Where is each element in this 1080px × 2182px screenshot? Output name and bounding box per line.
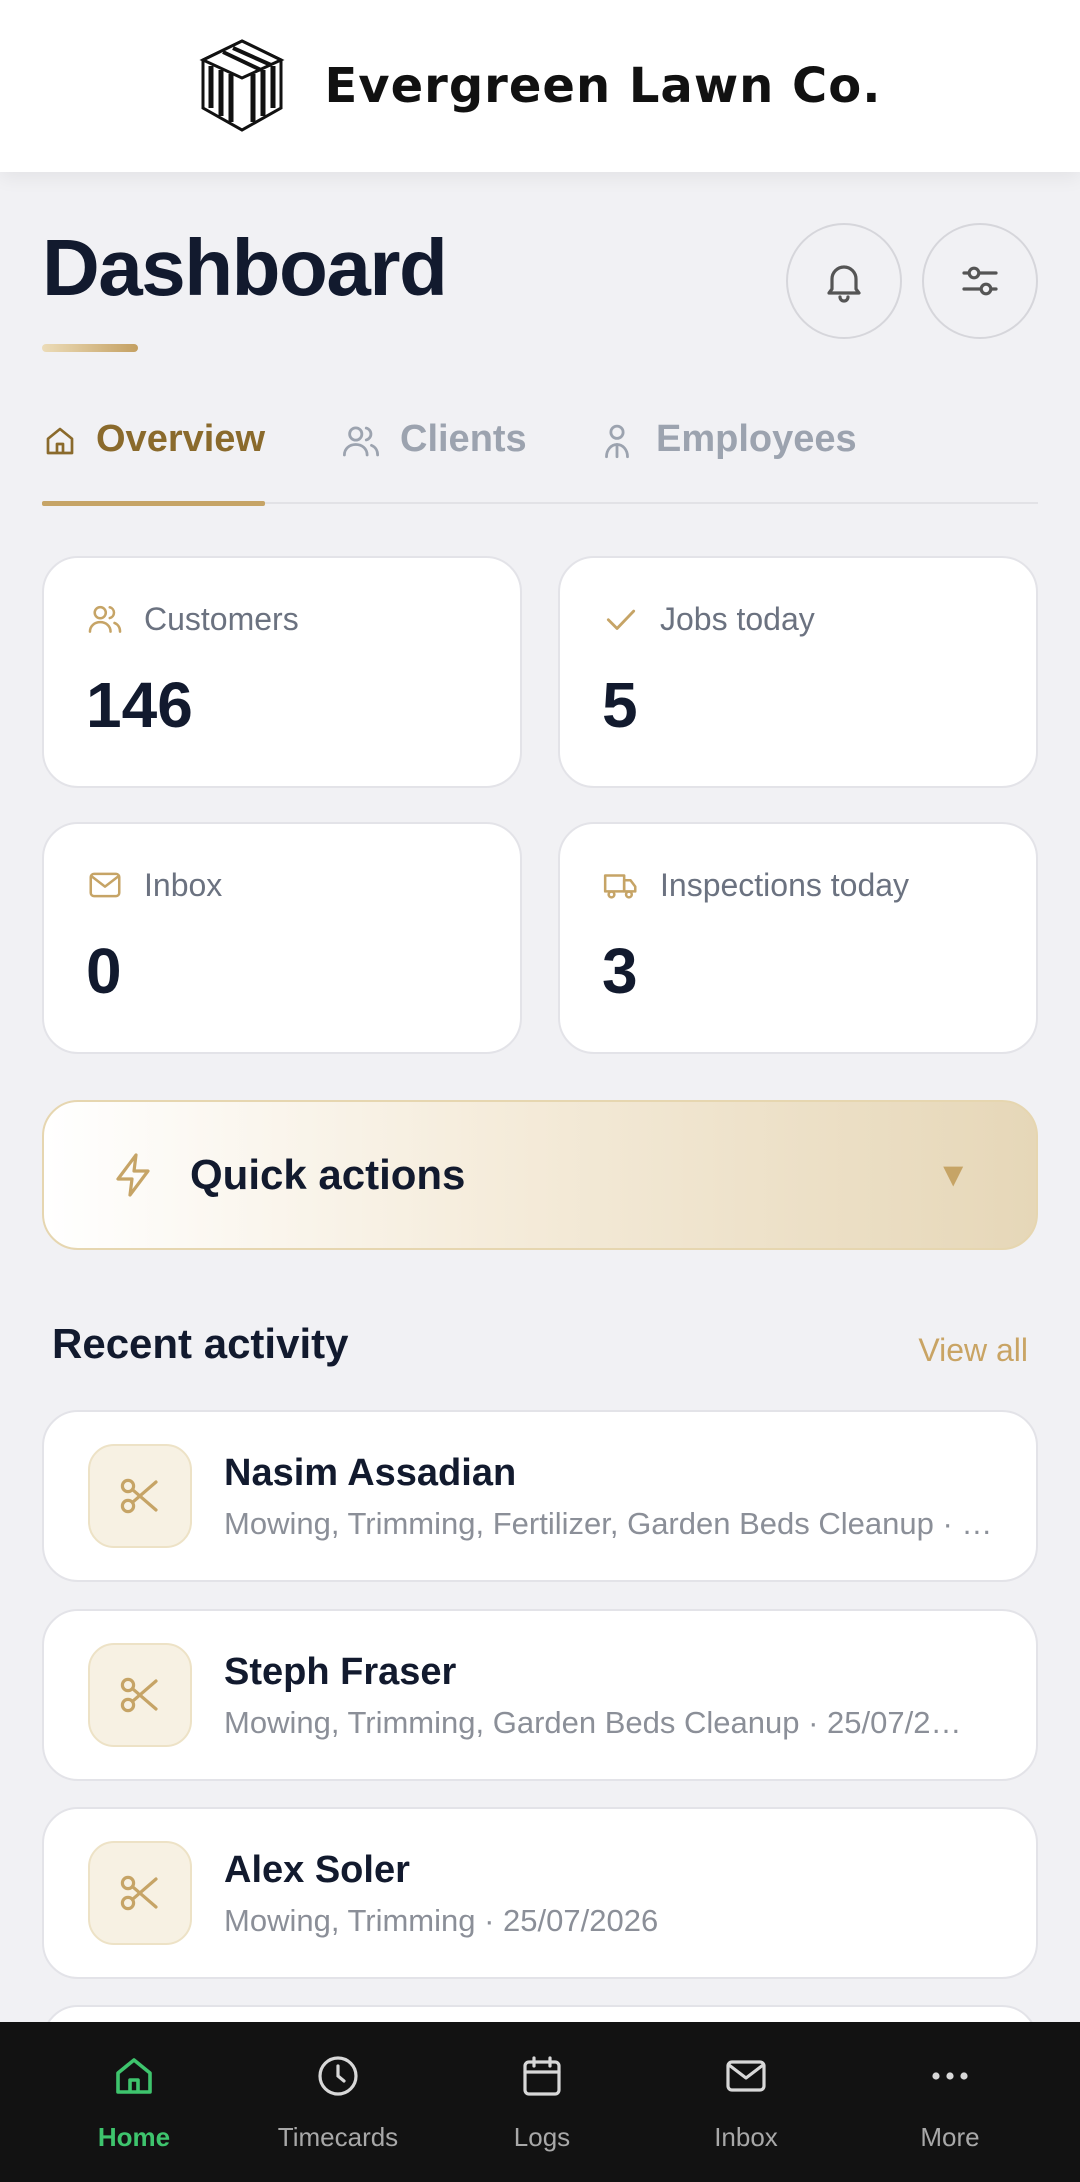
tab-clients-label: Clients: [400, 418, 527, 460]
notifications-button[interactable]: [786, 223, 902, 339]
stat-value: 5: [602, 669, 638, 741]
nav-inbox[interactable]: Inbox: [644, 2022, 848, 2182]
bottom-navigation: Home Timecards Logs Inbox More: [0, 2022, 1080, 2182]
nav-more[interactable]: More: [848, 2022, 1052, 2182]
tab-overview[interactable]: Overview: [42, 418, 265, 506]
activity-item[interactable]: Steph Fraser Mowing, Trimming, Garden Be…: [42, 1609, 1038, 1781]
scissors-icon: [120, 1478, 158, 1514]
recent-activity-title: Recent activity: [52, 1320, 349, 1367]
mail-icon: [726, 2060, 766, 2092]
mail-icon: [89, 872, 121, 898]
bell-icon: [827, 265, 861, 303]
check-icon: [606, 609, 636, 630]
nav-logs[interactable]: Logs: [440, 2022, 644, 2182]
title-underline: [42, 344, 138, 352]
stat-card-inspections-today[interactable]: Inspections today 3: [558, 822, 1038, 1054]
more-dots-icon: [932, 2072, 968, 2080]
tab-clients[interactable]: Clients: [340, 418, 527, 504]
activity-description: Mowing, Trimming, Garden Beds Cleanup · …: [224, 1705, 962, 1740]
filter-settings-button[interactable]: [922, 223, 1038, 339]
dashboard-tabs: Overview Clients Employees: [42, 398, 1038, 506]
clock-icon: [318, 2056, 358, 2096]
app-header: Evergreen Lawn Co.: [0, 0, 1080, 172]
chevron-down-icon: ▼: [936, 1155, 970, 1194]
home-icon: [116, 2058, 152, 2094]
tab-employees-label: Employees: [656, 418, 857, 460]
scissors-icon: [120, 1677, 158, 1713]
activity-description: Mowing, Trimming · 25/07/2026: [224, 1903, 659, 1938]
nav-logs-label: Logs: [513, 2122, 571, 2152]
users-icon: [88, 605, 122, 633]
brand-logo: [199, 39, 285, 132]
stat-value: 0: [86, 935, 122, 1007]
nav-inbox-label: Inbox: [714, 2122, 778, 2152]
quick-actions-label: Quick actions: [190, 1151, 466, 1198]
person-icon: [605, 424, 629, 459]
activity-client-name: Alex Soler: [224, 1849, 410, 1891]
scissors-icon: [120, 1875, 158, 1911]
users-icon: [342, 426, 380, 457]
view-all-link[interactable]: View all: [918, 1332, 1028, 1369]
stat-card-jobs-today[interactable]: Jobs today 5: [558, 556, 1038, 788]
calendar-icon: [523, 2056, 561, 2096]
stat-label: Inspections today: [660, 866, 910, 903]
stat-value: 3: [602, 935, 638, 1007]
activity-client-name: Nasim Assadian: [224, 1452, 517, 1494]
nav-timecards[interactable]: Timecards: [236, 2022, 440, 2182]
stat-label: Customers: [144, 600, 299, 637]
activity-item[interactable]: Nasim Assadian Mowing, Trimming, Fertili…: [42, 1410, 1038, 1582]
stat-label: Jobs today: [660, 600, 815, 637]
stat-card-inbox[interactable]: Inbox 0: [42, 822, 522, 1054]
nav-home-label: Home: [97, 2122, 171, 2152]
stat-label: Inbox: [144, 866, 223, 903]
stat-card-customers[interactable]: Customers 146: [42, 556, 522, 788]
activity-client-name: Steph Fraser: [224, 1651, 457, 1693]
stat-value: 146: [86, 669, 193, 741]
sliders-icon: [962, 266, 998, 296]
nav-timecards-label: Timecards: [277, 2122, 399, 2152]
nav-more-label: More: [920, 2122, 980, 2152]
activity-item[interactable]: Alex Soler Mowing, Trimming · 25/07/2026: [42, 1807, 1038, 1979]
quick-actions-toggle[interactable]: Quick actions ▼: [42, 1100, 1038, 1250]
tab-overview-label: Overview: [96, 418, 265, 460]
bolt-icon: [116, 1153, 150, 1197]
nav-home[interactable]: Home: [32, 2022, 236, 2182]
truck-icon: [603, 874, 637, 899]
page-title: Dashboard: [42, 223, 448, 312]
tab-employees[interactable]: Employees: [596, 418, 857, 504]
activity-description: Mowing, Trimming, Fertilizer, Garden Bed…: [224, 1506, 993, 1541]
brand-name: Evergreen Lawn Co.: [324, 58, 882, 114]
home-icon: [46, 427, 74, 455]
